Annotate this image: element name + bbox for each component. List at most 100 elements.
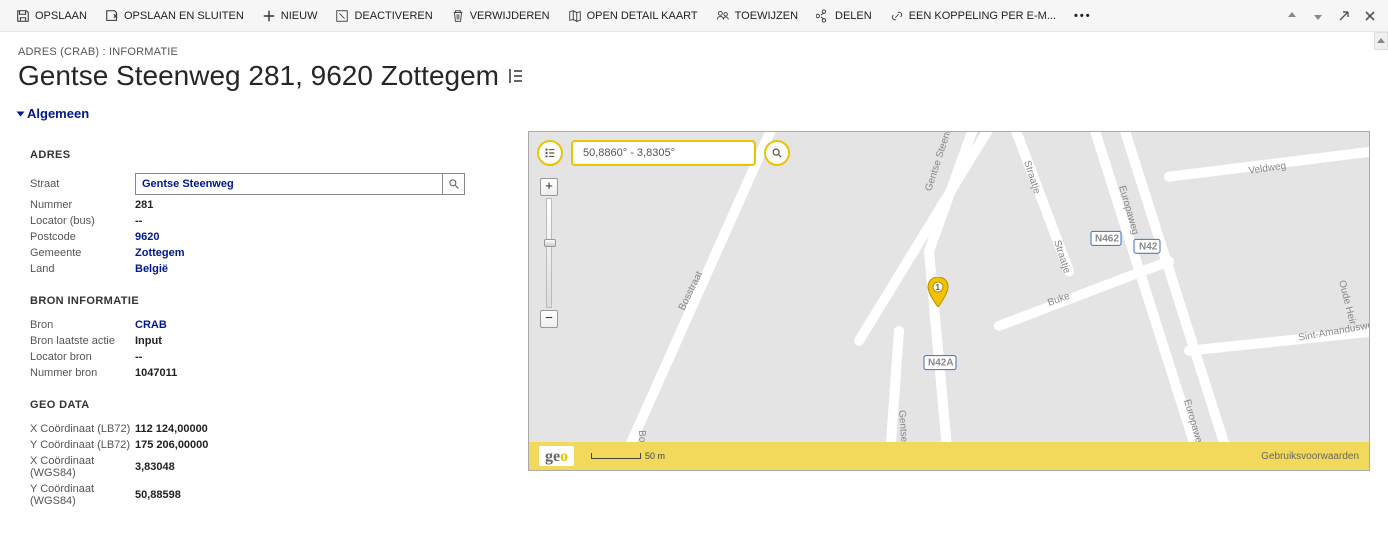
geo-logo: geo	[539, 446, 574, 466]
label-land: Land	[30, 263, 135, 275]
cmd-label: EEN KOPPELING PER E-M...	[909, 10, 1056, 22]
map-icon	[568, 9, 582, 23]
label-locator-bron: Locator bron	[30, 351, 135, 363]
value-y-wgs84[interactable]: 50,88598	[135, 489, 181, 501]
value-x-wgs84[interactable]: 3,83048	[135, 461, 175, 473]
road-shield-n42a: N42A	[924, 356, 956, 370]
save-close-button[interactable]: OPSLAAN EN SLUITEN	[97, 5, 252, 27]
lookup-search-icon[interactable]	[442, 174, 464, 194]
map-layers-button[interactable]	[537, 140, 563, 166]
road-shield-n462: N462	[1091, 231, 1121, 245]
title-menu-icon[interactable]	[509, 69, 523, 83]
close-button[interactable]	[1360, 6, 1380, 26]
cmd-label: VERWIJDEREN	[470, 10, 550, 22]
svg-text:N42A: N42A	[928, 358, 954, 369]
map-zoom-control: + −	[539, 178, 559, 328]
map-frame[interactable]: Europaweg Europaweg Veldweg Buke Straatj…	[528, 131, 1370, 471]
link-icon	[890, 9, 904, 23]
scale-label: 50 m	[645, 451, 665, 461]
assign-icon	[716, 9, 730, 23]
form-column: ADRES Straat Nummer 281 Locator (bus) --	[18, 131, 498, 509]
page-title: Gentse Steenweg 281, 9620 Zottegem	[18, 60, 1370, 92]
value-y-lb72[interactable]: 175 206,00000	[135, 439, 208, 451]
cmd-label: TOEWIJZEN	[735, 10, 798, 22]
value-x-lb72[interactable]: 112 124,00000	[135, 423, 208, 435]
section-label: Algemeen	[27, 106, 89, 121]
value-gemeente[interactable]: Zottegem	[135, 247, 185, 259]
deactivate-icon	[335, 9, 349, 23]
share-button[interactable]: DELEN	[808, 5, 880, 27]
label-locator-bus: Locator (bus)	[30, 215, 135, 227]
svg-text:N42: N42	[1139, 241, 1158, 252]
straat-lookup[interactable]	[135, 173, 465, 195]
label-y-wgs84: Y Coördinaat (WGS84)	[30, 483, 135, 507]
record-content: ADRES (CRAB) : INFORMATIE Gentse Steenwe…	[0, 32, 1388, 539]
page-title-text: Gentse Steenweg 281, 9620 Zottegem	[18, 60, 499, 92]
cmd-label: NIEUW	[281, 10, 318, 22]
label-bron: Bron	[30, 319, 135, 331]
email-link-button[interactable]: EEN KOPPELING PER E-M...	[882, 5, 1064, 27]
command-bar: OPSLAAN OPSLAAN EN SLUITEN NIEUW DEACTIV…	[0, 0, 1388, 32]
delete-button[interactable]: VERWIJDEREN	[443, 5, 558, 27]
label-nummer: Nummer	[30, 199, 135, 211]
label-gemeente: Gemeente	[30, 247, 135, 259]
next-record-button[interactable]	[1308, 6, 1328, 26]
share-icon	[816, 9, 830, 23]
deactivate-button[interactable]: DEACTIVEREN	[327, 5, 440, 27]
ellipsis-icon: •••	[1074, 10, 1092, 22]
assign-button[interactable]: TOEWIJZEN	[708, 5, 806, 27]
value-postcode[interactable]: 9620	[135, 231, 159, 243]
section-algemeen[interactable]: Algemeen	[18, 106, 1370, 121]
trash-icon	[451, 9, 465, 23]
cmd-label: OPSLAAN	[35, 10, 87, 22]
zoom-slider[interactable]	[546, 198, 552, 308]
breadcrumb: ADRES (CRAB) : INFORMATIE	[18, 46, 1370, 58]
cmd-label: OPSLAAN EN SLUITEN	[124, 10, 244, 22]
map-footer: geo 50 m Gebruiksvoorwaarden	[529, 442, 1369, 470]
label-y-lb72: Y Coördinaat (LB72)	[30, 439, 135, 451]
open-detail-map-button[interactable]: OPEN DETAIL KAART	[560, 5, 706, 27]
prev-record-button[interactable]	[1282, 6, 1302, 26]
new-button[interactable]: NIEUW	[254, 5, 326, 27]
map-coord-display: 50,8860° - 3,8305°	[571, 140, 756, 166]
cmd-label: OPEN DETAIL KAART	[587, 10, 698, 22]
zoom-out-button[interactable]: −	[540, 310, 558, 328]
map-marker-icon: 1	[927, 277, 949, 307]
zoom-in-button[interactable]: +	[540, 178, 558, 196]
label-x-lb72: X Coördinaat (LB72)	[30, 423, 135, 435]
save-icon	[16, 9, 30, 23]
label-bron-last: Bron laatste actie	[30, 335, 135, 347]
map-search-button[interactable]	[764, 140, 790, 166]
value-locator-bus[interactable]: --	[135, 215, 142, 227]
group-adres-title: ADRES	[30, 149, 498, 161]
plus-icon	[262, 9, 276, 23]
group-bron-title: BRON INFORMATIE	[30, 295, 498, 307]
svg-text:N462: N462	[1095, 233, 1119, 244]
overflow-button[interactable]: •••	[1066, 5, 1100, 27]
label-postcode: Postcode	[30, 231, 135, 243]
save-button[interactable]: OPSLAAN	[8, 5, 95, 27]
label-nummer-bron: Nummer bron	[30, 367, 135, 379]
map-scale-bar: 50 m	[591, 450, 665, 462]
value-nummer-bron[interactable]: 1047011	[135, 367, 177, 379]
group-geo-title: GEO DATA	[30, 399, 498, 411]
value-bron[interactable]: CRAB	[135, 319, 167, 331]
label-x-wgs84: X Coördinaat (WGS84)	[30, 455, 135, 479]
map-canvas: Europaweg Europaweg Veldweg Buke Straatj…	[529, 132, 1369, 470]
straat-input[interactable]	[136, 178, 442, 190]
label-straat: Straat	[30, 178, 135, 190]
cmd-label: DELEN	[835, 10, 872, 22]
map-terms-link[interactable]: Gebruiksvoorwaarden	[1261, 451, 1359, 462]
value-nummer[interactable]: 281	[135, 199, 153, 211]
value-bron-last[interactable]: Input	[135, 335, 162, 347]
map-column: Europaweg Europaweg Veldweg Buke Straatj…	[528, 131, 1370, 471]
svg-text:1: 1	[936, 283, 941, 292]
value-locator-bron[interactable]: --	[135, 351, 142, 363]
zoom-thumb[interactable]	[544, 239, 556, 247]
save-close-icon	[105, 9, 119, 23]
value-land[interactable]: België	[135, 263, 168, 275]
cmd-label: DEACTIVEREN	[354, 10, 432, 22]
scroll-up-hint[interactable]	[1374, 32, 1388, 50]
road-shield-n42: N42	[1134, 239, 1160, 253]
popout-button[interactable]	[1334, 6, 1354, 26]
